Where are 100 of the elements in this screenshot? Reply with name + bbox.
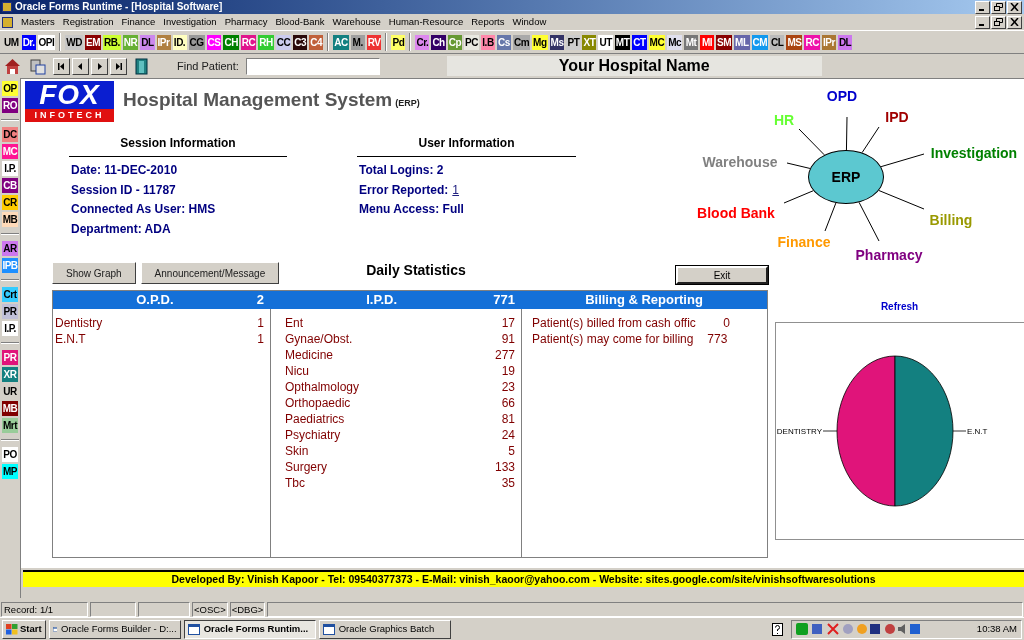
module-shortcut-button[interactable]: IPr <box>821 34 836 50</box>
logo-subtext: INFOTECH <box>25 109 114 122</box>
module-shortcut-button[interactable]: CR <box>2 195 18 210</box>
module-shortcut-button[interactable]: XT <box>582 34 597 50</box>
help-icon[interactable] <box>771 622 783 636</box>
module-shortcut-button[interactable]: Ms <box>549 34 565 50</box>
last-record-button[interactable] <box>110 57 127 75</box>
module-shortcut-button[interactable]: PO <box>2 447 18 462</box>
module-shortcut-button[interactable]: PR <box>2 304 18 319</box>
exit-door-button[interactable] <box>132 56 151 76</box>
module-shortcut-button[interactable]: IPr <box>156 34 171 50</box>
module-shortcut-button[interactable]: Crt <box>2 287 18 302</box>
module-shortcut-button[interactable]: CG <box>188 34 205 50</box>
module-shortcut-button[interactable]: Mg <box>532 34 548 50</box>
window-icon <box>187 623 200 635</box>
module-shortcut-button[interactable]: CC <box>275 34 292 50</box>
menu-item[interactable]: Investigation <box>163 14 217 30</box>
restore-button[interactable] <box>991 0 1006 14</box>
find-patient-field[interactable] <box>245 57 380 75</box>
connector-line <box>845 116 848 151</box>
home-button[interactable] <box>3 56 22 76</box>
database-button[interactable] <box>28 56 47 76</box>
module-shortcut-button[interactable]: MC <box>2 144 18 159</box>
close-button[interactable] <box>1007 15 1022 29</box>
module-shortcut-button[interactable]: Cs <box>497 34 511 50</box>
module-shortcut-button[interactable]: MS <box>786 34 803 50</box>
module-shortcut-button[interactable]: WD <box>65 34 83 50</box>
menu-item[interactable]: Window <box>512 14 547 30</box>
module-shortcut-button[interactable]: AR <box>2 241 18 256</box>
module-shortcut-button[interactable]: RV <box>366 34 382 50</box>
module-shortcut-button[interactable]: DL <box>837 34 853 50</box>
module-shortcut-button[interactable]: Mc <box>667 34 683 50</box>
action-button[interactable]: Show Graph <box>52 262 136 284</box>
taskbar-button[interactable]: Oracle Graphics Batch <box>318 619 451 639</box>
module-shortcut-button[interactable]: CT <box>632 34 647 50</box>
module-shortcut-button[interactable]: RB. <box>102 34 121 50</box>
module-shortcut-button[interactable]: ML <box>734 34 750 50</box>
module-shortcut-button[interactable]: SM <box>716 34 733 50</box>
module-shortcut-button[interactable]: RO <box>2 98 18 113</box>
statistic-label: E.N.T <box>55 331 86 347</box>
module-shortcut-button[interactable]: EM <box>84 34 101 50</box>
module-shortcut-button[interactable]: CH <box>223 34 239 50</box>
module-shortcut-button[interactable]: CL <box>770 34 785 50</box>
menu-item[interactable]: Masters <box>21 14 55 30</box>
refresh-link[interactable]: Refresh <box>880 299 919 314</box>
module-shortcut-button[interactable]: MI <box>700 34 715 50</box>
document-icon[interactable] <box>2 16 13 28</box>
module-shortcut-button[interactable]: UT <box>598 34 613 50</box>
module-shortcut-button[interactable]: C4 <box>309 34 324 50</box>
previous-record-button[interactable] <box>72 57 89 75</box>
module-shortcut-button[interactable]: Mrt <box>2 418 18 433</box>
exit-button[interactable]: Exit <box>676 266 768 284</box>
module-shortcut-button[interactable]: Cr. <box>415 34 430 50</box>
module-shortcut-button[interactable]: MB <box>2 212 18 227</box>
module-shortcut-button[interactable]: CB <box>2 178 18 193</box>
module-shortcut-button[interactable]: RC <box>804 34 820 50</box>
restore-button[interactable] <box>991 15 1006 29</box>
action-button[interactable]: Announcement/Message <box>140 262 280 284</box>
start-button[interactable]: Start <box>2 619 46 639</box>
module-shortcut-button[interactable]: Dr. <box>21 34 36 50</box>
module-shortcut-button[interactable]: OPI <box>37 34 56 50</box>
module-shortcut-button[interactable]: M. <box>350 34 365 50</box>
module-shortcut-button[interactable]: Pd <box>391 34 406 50</box>
next-record-button[interactable] <box>91 57 108 75</box>
module-shortcut-button[interactable]: Ch <box>431 34 446 50</box>
menu-item[interactable]: Reports <box>471 14 505 30</box>
module-shortcut-button[interactable]: Cm <box>513 34 531 50</box>
module-shortcut-button[interactable]: OP <box>2 81 18 96</box>
menu-item[interactable]: Registration <box>62 14 114 30</box>
first-record-button[interactable] <box>53 57 70 75</box>
close-button[interactable] <box>1007 0 1022 14</box>
minimize-button[interactable] <box>975 15 990 29</box>
menu-item[interactable]: Finance <box>121 14 156 30</box>
module-shortcut-button[interactable]: PR <box>2 350 18 365</box>
module-shortcut-button[interactable]: MP <box>2 464 18 479</box>
module-shortcut-button[interactable]: PT <box>566 34 581 50</box>
menu-item[interactable]: Pharmacy <box>224 14 268 30</box>
module-shortcut-button[interactable]: I.P. <box>2 161 18 176</box>
menu-item[interactable]: Blood-Bank <box>275 14 325 30</box>
module-shortcut-button[interactable]: ID. <box>172 34 187 50</box>
module-shortcut-button[interactable]: I.P. <box>2 321 18 336</box>
taskbar-button[interactable]: Oracle Forms Builder - D:... <box>48 619 181 639</box>
taskbar-button[interactable]: Oracle Forms Runtim... <box>183 619 316 639</box>
module-shortcut-button[interactable]: DL <box>140 34 155 50</box>
module-shortcut-button[interactable]: AC <box>333 34 349 50</box>
error-count-link[interactable]: 1 <box>452 180 460 200</box>
module-shortcut-button[interactable]: RC <box>240 34 257 50</box>
module-shortcut-button[interactable]: DC <box>2 127 18 142</box>
minimize-button[interactable] <box>975 0 990 14</box>
menu-item[interactable]: Human-Resource <box>388 14 464 30</box>
statistic-label: Paediatrics <box>285 411 345 427</box>
menu-item[interactable]: Warehouse <box>332 14 381 30</box>
module-shortcut-button[interactable]: PC <box>464 34 479 50</box>
module-shortcut-button[interactable]: Mt <box>684 34 699 50</box>
module-shortcut-button[interactable]: I.B <box>481 34 495 50</box>
module-shortcut-button[interactable]: MB <box>2 401 18 416</box>
module-shortcut-button[interactable]: C3 <box>293 34 308 50</box>
module-shortcut-button[interactable]: MT <box>614 34 631 50</box>
module-shortcut-button[interactable]: MC <box>648 34 666 50</box>
module-shortcut-button[interactable]: XR <box>2 367 18 382</box>
